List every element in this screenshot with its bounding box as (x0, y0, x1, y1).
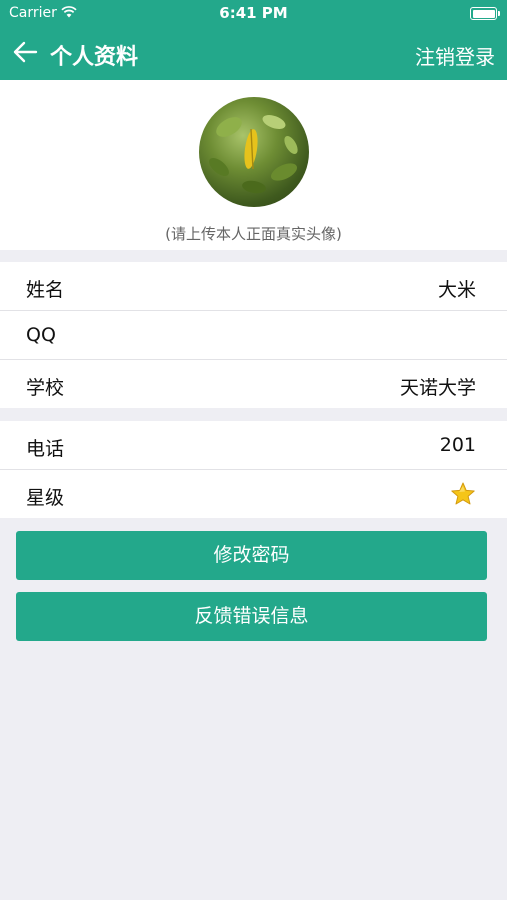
row-value: 201 (439, 434, 476, 456)
row-label: QQ (26, 324, 56, 346)
row-value: 天诺大学 (399, 377, 476, 399)
row-label: 电话 (26, 438, 65, 460)
feedback-button[interactable]: 反馈错误信息 (16, 592, 487, 641)
row-value: 大米 (437, 279, 476, 301)
change-password-button[interactable]: 修改密码 (16, 531, 487, 580)
row-phone[interactable]: 电话 201 (0, 421, 507, 469)
back-arrow-icon[interactable] (12, 39, 38, 65)
row-name[interactable]: 姓名 大米 (0, 262, 507, 310)
star-icon (451, 482, 475, 505)
status-bar: Carrier 6:41 PM (0, 0, 507, 28)
logout-button[interactable]: 注销登录 (415, 41, 495, 70)
page-title: 个人资料 (50, 45, 139, 70)
row-school[interactable]: 学校 天诺大学 (0, 360, 507, 408)
row-label: 学校 (26, 377, 65, 399)
profile-group-contact: 电话 201 星级 (0, 421, 507, 518)
nav-bar: 个人资料 注销登录 (0, 28, 507, 80)
row-star-level[interactable]: 星级 (0, 470, 507, 518)
profile-group-basic: 姓名 大米 QQ 学校 天诺大学 (0, 262, 507, 408)
avatar[interactable] (199, 97, 309, 207)
row-label: 姓名 (26, 279, 65, 301)
avatar-section: (请上传本人正面真实头像) (0, 80, 507, 250)
clock: 6:41 PM (219, 4, 288, 22)
header: Carrier 6:41 PM 个人资料 注销登录 (0, 0, 507, 80)
row-label: 星级 (26, 487, 65, 509)
battery-icon (470, 7, 500, 20)
row-qq[interactable]: QQ (0, 311, 507, 359)
avatar-hint: (请上传本人正面真实头像) (165, 225, 342, 243)
